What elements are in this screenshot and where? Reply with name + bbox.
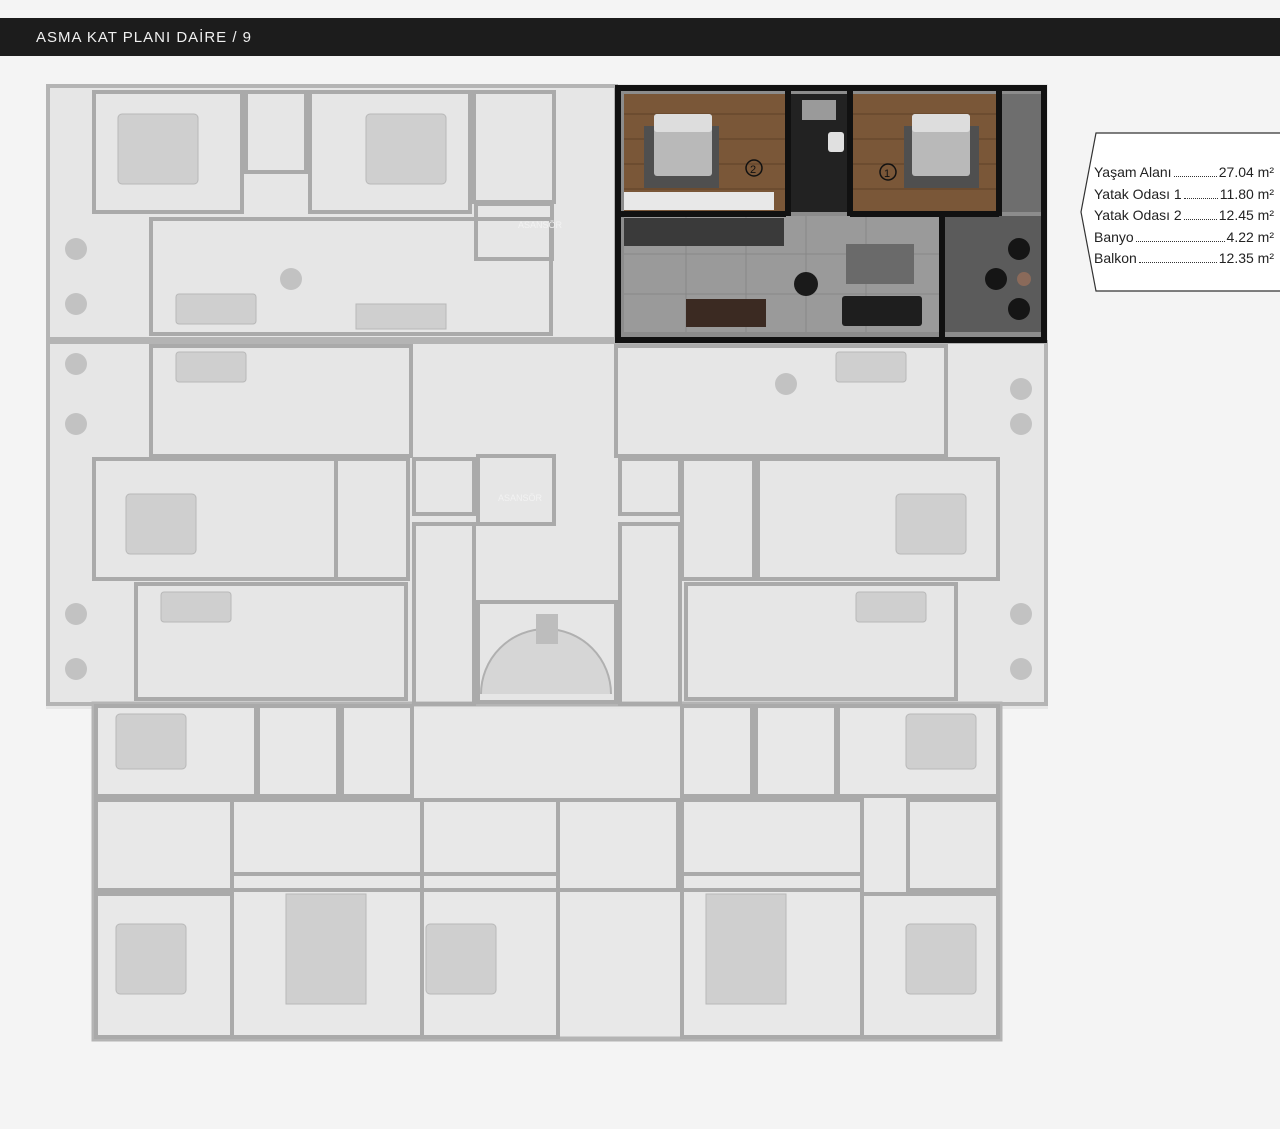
area-row-bedroom-2: Yatak Odası 2 12.45 m² bbox=[1094, 205, 1274, 227]
kitchen-counter bbox=[624, 218, 784, 246]
area-list: Yaşam Alanı 27.04 m² Yatak Odası 1 11.80… bbox=[1094, 162, 1274, 270]
area-label: Yaşam Alanı bbox=[1094, 164, 1172, 180]
room-number-1: 1 bbox=[884, 168, 890, 180]
floor-plan: ASANSÖR ASANSÖR 2 1 bbox=[46, 84, 1048, 1044]
elevator-label-2: ASANSÖR bbox=[498, 493, 543, 503]
floor-plan-drawing: ASANSÖR ASANSÖR 2 1 bbox=[46, 84, 1048, 1042]
dining-table bbox=[686, 299, 766, 327]
area-value: 11.80 m² bbox=[1219, 185, 1274, 202]
area-label: Balkon bbox=[1094, 250, 1137, 266]
dotted-leader bbox=[1138, 251, 1217, 263]
sofa bbox=[842, 296, 922, 326]
area-value: 27.04 m² bbox=[1218, 164, 1274, 180]
page-title: ASMA KAT PLANI DAİRE / 9 bbox=[36, 29, 253, 46]
elevator-label-1: ASANSÖR bbox=[518, 220, 563, 230]
area-label: Yatak Odası 2 bbox=[1094, 207, 1182, 223]
area-row-bedroom-1: Yatak Odası 1 11.80 m² bbox=[1094, 184, 1274, 206]
area-label: Banyo bbox=[1094, 228, 1134, 245]
area-row-balcony: Balkon 12.35 m² bbox=[1094, 248, 1274, 270]
area-value: 12.35 m² bbox=[1218, 250, 1274, 266]
dotted-leader bbox=[1173, 165, 1217, 177]
area-table: Yaşam Alanı 27.04 m² Yatak Odası 1 11.80… bbox=[1080, 132, 1280, 292]
area-row-bathroom: Banyo 4.22 m² bbox=[1094, 227, 1274, 249]
dotted-leader bbox=[1183, 187, 1218, 199]
highlighted-unit: 2 1 bbox=[615, 85, 1047, 343]
area-value: 4.22 m² bbox=[1226, 228, 1274, 245]
title-bar: ASMA KAT PLANI DAİRE / 9 bbox=[0, 18, 1280, 56]
dotted-leader bbox=[1183, 208, 1217, 220]
dotted-leader bbox=[1135, 230, 1225, 242]
area-value: 12.45 m² bbox=[1218, 207, 1274, 223]
area-row-living: Yaşam Alanı 27.04 m² bbox=[1094, 162, 1274, 184]
area-label: Yatak Odası 1 bbox=[1094, 185, 1182, 202]
room-number-2: 2 bbox=[750, 164, 756, 176]
